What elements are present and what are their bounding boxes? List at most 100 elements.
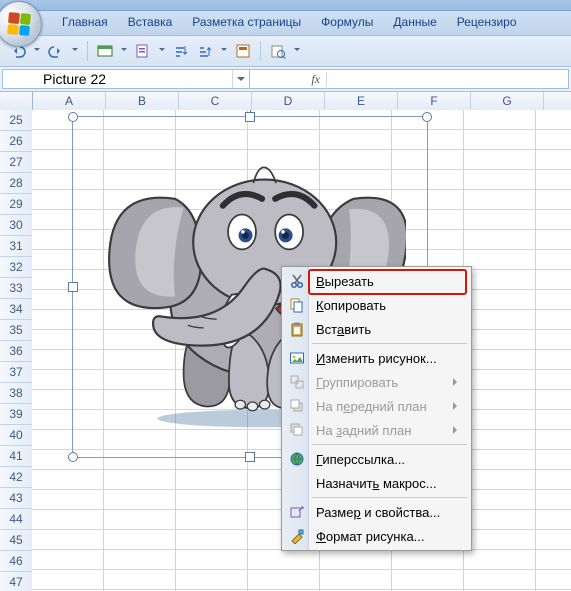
- undo-dropdown[interactable]: [32, 41, 42, 61]
- row-header-43[interactable]: 43: [0, 488, 32, 509]
- tab-data[interactable]: Данные: [383, 11, 446, 35]
- row-header-33[interactable]: 33: [0, 278, 32, 299]
- context-menu-item[interactable]: Вставить: [284, 317, 469, 341]
- sort-desc-icon: [197, 43, 213, 59]
- row-header-26[interactable]: 26: [0, 131, 32, 152]
- column-header-G[interactable]: G: [471, 92, 544, 110]
- context-menu-item-label: Изменить рисунок...: [316, 351, 437, 366]
- row-header-40[interactable]: 40: [0, 425, 32, 446]
- qat-btn-1[interactable]: [95, 41, 115, 61]
- context-menu-item-label: Размер и свойства...: [316, 505, 440, 520]
- row-header-36[interactable]: 36: [0, 341, 32, 362]
- column-header-B[interactable]: B: [106, 92, 179, 110]
- tab-page-layout[interactable]: Разметка страницы: [182, 11, 311, 35]
- qat-btn-4[interactable]: [195, 41, 215, 61]
- fx-icon[interactable]: fx: [311, 72, 320, 87]
- cells-area[interactable]: Вырезать Копировать Вставить Изменить рисун…: [32, 110, 571, 591]
- context-menu-item-label: Формат рисунка...: [316, 529, 425, 544]
- handle-n[interactable]: [245, 112, 255, 122]
- context-menu-separator: [312, 497, 467, 498]
- cut-icon: [288, 272, 306, 290]
- row-header-44[interactable]: 44: [0, 509, 32, 530]
- context-menu-separator: [312, 343, 467, 344]
- context-menu-item-label: Группировать: [316, 375, 398, 390]
- context-menu-item[interactable]: Изменить рисунок...: [284, 346, 469, 370]
- qat-btn-6-dd[interactable]: [292, 41, 302, 61]
- qat-separator-2: [260, 41, 261, 61]
- handle-s[interactable]: [245, 452, 255, 462]
- tab-home[interactable]: Главная: [52, 11, 118, 35]
- context-menu-item[interactable]: Назначить макрос...: [284, 471, 469, 495]
- handle-ne[interactable]: [422, 112, 432, 122]
- row-header-28[interactable]: 28: [0, 173, 32, 194]
- context-menu-item[interactable]: Вырезать: [284, 269, 469, 293]
- context-menu-item-label: На передний план: [316, 399, 427, 414]
- format-pic-icon: [288, 527, 306, 545]
- calc-icon: [235, 43, 251, 59]
- grid-body: 2526272829303132333435363738394041424344…: [0, 110, 571, 591]
- print-preview-icon: [270, 43, 286, 59]
- context-menu-item[interactable]: Гиперссылка...: [284, 447, 469, 471]
- row-header-30[interactable]: 30: [0, 215, 32, 236]
- name-box-dropdown[interactable]: [232, 70, 249, 88]
- name-box[interactable]: [39, 70, 232, 88]
- formula-bar-controls: fx: [250, 72, 327, 87]
- qat-btn-3[interactable]: [171, 41, 191, 61]
- tab-review[interactable]: Рецензиро: [447, 11, 527, 35]
- row-header-37[interactable]: 37: [0, 362, 32, 383]
- qat-btn-2[interactable]: [133, 41, 153, 61]
- context-menu-item-label: Вставить: [316, 322, 371, 337]
- handle-nw[interactable]: [68, 112, 78, 122]
- redo-icon: [48, 43, 64, 59]
- column-header-D[interactable]: D: [252, 92, 325, 110]
- column-header-E[interactable]: E: [325, 92, 398, 110]
- column-header-F[interactable]: F: [398, 92, 471, 110]
- row-header-46[interactable]: 46: [0, 551, 32, 572]
- row-header-39[interactable]: 39: [0, 404, 32, 425]
- formula-bar[interactable]: fx: [250, 69, 569, 89]
- row-header-41[interactable]: 41: [0, 446, 32, 467]
- qat-btn-6[interactable]: [268, 41, 288, 61]
- row-header-29[interactable]: 29: [0, 194, 32, 215]
- row-header-31[interactable]: 31: [0, 236, 32, 257]
- title-bar: [0, 0, 571, 11]
- row-header-42[interactable]: 42: [0, 467, 32, 488]
- context-menu-item: На передний план: [284, 394, 469, 418]
- qat-btn-4-dd[interactable]: [219, 41, 229, 61]
- row-header-25[interactable]: 25: [0, 110, 32, 131]
- context-menu: Вырезать Копировать Вставить Изменить рисун…: [281, 266, 472, 551]
- redo-button[interactable]: [46, 41, 66, 61]
- context-menu-item[interactable]: Копировать: [284, 293, 469, 317]
- context-menu-separator: [312, 444, 467, 445]
- hyperlink-icon: [288, 450, 306, 468]
- row-header-45[interactable]: 45: [0, 530, 32, 551]
- context-menu-item[interactable]: Формат рисунка...: [284, 524, 469, 548]
- size-icon: [288, 503, 306, 521]
- handle-w[interactable]: [68, 282, 78, 292]
- tab-formulas[interactable]: Формулы: [311, 11, 383, 35]
- context-menu-item-label: Вырезать: [316, 274, 374, 289]
- table-icon: [97, 43, 113, 59]
- row-header-27[interactable]: 27: [0, 152, 32, 173]
- context-menu-item-label: Назначить макрос...: [316, 476, 437, 491]
- handle-sw[interactable]: [68, 452, 78, 462]
- column-header-C[interactable]: C: [179, 92, 252, 110]
- qat-btn-2-dd[interactable]: [157, 41, 167, 61]
- qat-btn-5[interactable]: [233, 41, 253, 61]
- group-icon: [288, 373, 306, 391]
- change-pic-icon: [288, 349, 306, 367]
- redo-dropdown[interactable]: [70, 41, 80, 61]
- row-header-47[interactable]: 47: [0, 572, 32, 591]
- context-menu-item[interactable]: Размер и свойства...: [284, 500, 469, 524]
- row-header-35[interactable]: 35: [0, 320, 32, 341]
- worksheet: ABCDEFG 25262728293031323334353637383940…: [0, 92, 571, 591]
- row-header-34[interactable]: 34: [0, 299, 32, 320]
- row-header-32[interactable]: 32: [0, 257, 32, 278]
- column-header-A[interactable]: A: [33, 92, 106, 110]
- tab-insert[interactable]: Вставка: [118, 11, 183, 35]
- select-all-corner[interactable]: [0, 92, 33, 110]
- formula-bar-row: fx: [0, 67, 571, 92]
- sort-asc-icon: [173, 43, 189, 59]
- row-header-38[interactable]: 38: [0, 383, 32, 404]
- qat-btn-1-dd[interactable]: [119, 41, 129, 61]
